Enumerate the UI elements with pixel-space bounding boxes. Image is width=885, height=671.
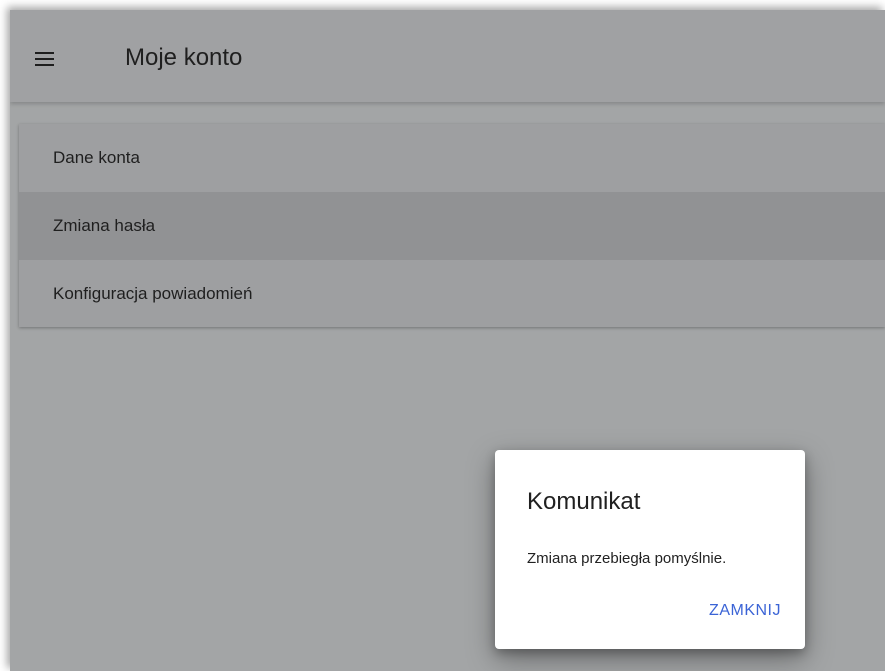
list-item-label: Dane konta xyxy=(53,148,140,167)
close-button[interactable]: ZAMKNIJ xyxy=(707,600,783,622)
list-item-label: Konfiguracja powiadomień xyxy=(53,284,253,303)
dialog-title: Komunikat xyxy=(527,488,641,515)
list-item-notification-settings[interactable]: Konfiguracja powiadomień xyxy=(19,260,885,328)
list-item-change-password[interactable]: Zmiana hasła xyxy=(19,192,885,260)
list-item-account-data[interactable]: Dane konta xyxy=(19,124,885,192)
page-title: Moje konto xyxy=(125,44,243,71)
menu-line xyxy=(35,52,54,54)
account-menu-list: Dane konta Zmiana hasła Konfiguracja pow… xyxy=(19,124,885,327)
menu-line xyxy=(35,64,54,66)
hamburger-menu-icon[interactable] xyxy=(32,46,58,70)
message-dialog: Komunikat Zmiana przebiegła pomyślnie. Z… xyxy=(495,450,805,649)
app-window: Moje konto Dane konta Zmiana hasła Konfi… xyxy=(10,10,885,671)
list-item-label: Zmiana hasła xyxy=(53,216,156,235)
dialog-message: Zmiana przebiegła pomyślnie. xyxy=(527,550,727,567)
menu-line xyxy=(35,58,54,60)
app-bar: Moje konto xyxy=(10,10,885,102)
